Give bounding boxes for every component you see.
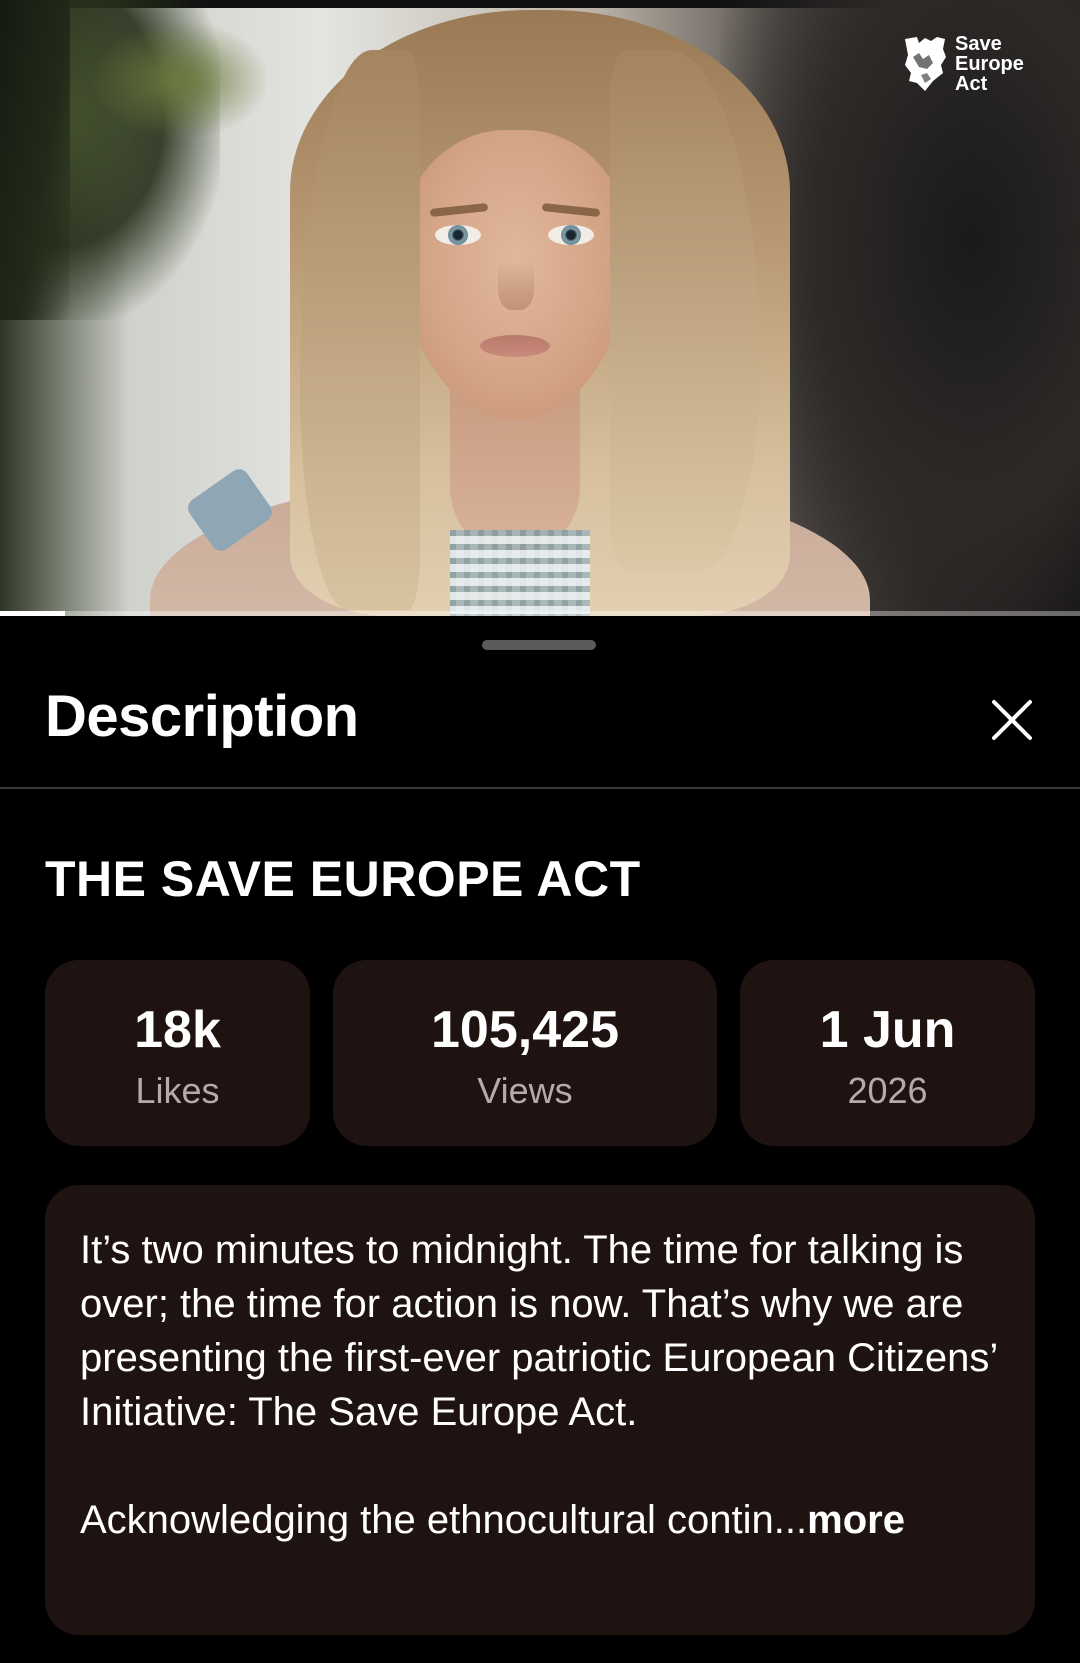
video-frame-person: [150, 10, 870, 616]
sheet-divider: [0, 787, 1080, 789]
sheet-drag-handle[interactable]: [482, 640, 596, 650]
description-snippet: Acknowledging the ethnocultural contin..…: [80, 1498, 808, 1542]
close-icon[interactable]: [988, 696, 1036, 744]
watermark-text: Save Europe Act: [955, 33, 1024, 95]
background-branch: [0, 0, 70, 320]
publish-year: 2026: [847, 1070, 928, 1111]
views-stat-card: 105,425 Views: [333, 960, 717, 1146]
likes-label: Likes: [135, 1070, 220, 1111]
video-player[interactable]: Save Europe Act: [0, 0, 1080, 616]
europe-map-icon: [905, 37, 946, 91]
more-button[interactable]: more: [807, 1498, 905, 1542]
video-progress-bar[interactable]: [0, 611, 1080, 616]
channel-watermark-logo: Save Europe Act: [903, 34, 1024, 94]
description-paragraph: It’s two minutes to midnight. The time f…: [80, 1228, 997, 1434]
sheet-title: Description: [45, 684, 359, 749]
description-text: It’s two minutes to midnight. The time f…: [80, 1223, 1010, 1547]
views-label: Views: [477, 1070, 573, 1111]
views-count: 105,425: [431, 1001, 619, 1059]
video-progress-fill: [0, 611, 65, 616]
description-paragraph-truncated: Acknowledging the ethnocultural contin..…: [80, 1493, 1010, 1547]
date-stat-card: 1 Jun 2026: [740, 960, 1035, 1146]
likes-count: 18k: [134, 1001, 221, 1059]
likes-stat-card: 18k Likes: [45, 960, 310, 1146]
video-title: THE SAVE EUROPE ACT: [45, 851, 641, 907]
publish-date: 1 Jun: [819, 1001, 956, 1059]
description-box[interactable]: It’s two minutes to midnight. The time f…: [45, 1185, 1035, 1635]
